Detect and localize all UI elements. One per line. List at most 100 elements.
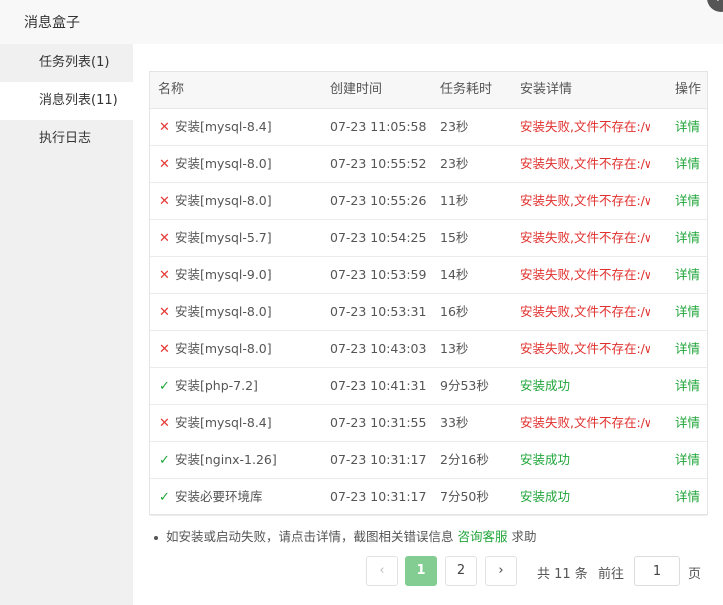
table-row: ✓ 安装[php-7.2] 07-23 10:41:31 9分53秒 安装成功 详情 [150,368,707,405]
created-time: 07-23 10:41:31 [330,378,427,393]
task-duration: 23秒 [440,156,469,171]
message-box-dialog: 消息盒子 ✕ 任务列表(1) 消息列表(11) 执行日志 名称 创建时间 任务耗… [0,0,723,605]
task-name-cell: ✕ 安装[mysql-8.0] [159,294,327,331]
sidebar-item-label: 消息列表(11) [39,93,118,108]
detail-link[interactable]: 详情 [675,294,705,330]
page-button-2[interactable]: 2 [445,556,477,586]
created-time: 07-23 10:54:25 [330,230,427,245]
sidebar-item-task-list[interactable]: 任务列表(1) [0,44,133,82]
task-name-cell: ✕ 安装[mysql-8.4] [159,109,327,146]
task-name-cell: ✓ 安装[php-7.2] [159,368,327,405]
task-name: 安装[php-7.2] [175,378,258,393]
created-time: 07-23 10:31:17 [330,489,427,504]
detail-link[interactable]: 详情 [675,220,705,256]
detail-link[interactable]: 详情 [675,442,705,478]
task-duration: 9分53秒 [440,378,489,393]
fail-icon: ✕ [159,416,170,431]
task-name: 安装[mysql-8.0] [175,341,272,356]
task-name-cell: ✕ 安装[mysql-8.0] [159,331,327,368]
fail-icon: ✕ [159,231,170,246]
task-duration: 16秒 [440,304,469,319]
created-time: 07-23 10:55:26 [330,193,427,208]
sidebar-item-label: 执行日志 [39,131,92,146]
created-time: 07-23 10:53:59 [330,267,427,282]
install-detail: 安装成功 [520,452,571,467]
goto-label: 前往 [598,567,625,582]
column-header-created: 创建时间 [330,82,383,97]
detail-link[interactable]: 详情 [675,183,705,219]
task-duration: 33秒 [440,415,469,430]
table-row: ✕ 安装[mysql-5.7] 07-23 10:54:25 15秒 安装失败,文件不存… [150,220,707,257]
created-time: 07-23 10:43:03 [330,341,427,356]
install-detail: 安装失败,文件不存在:/ww [520,304,650,319]
task-name: 安装[mysql-8.0] [175,193,272,208]
install-detail: 安装失败,文件不存在:/ww [520,341,650,356]
task-duration: 11秒 [440,193,469,208]
fail-icon: ✕ [159,157,170,172]
task-duration: 15秒 [440,230,469,245]
task-name-cell: ✕ 安装[mysql-5.7] [159,220,327,257]
task-name: 安装必要环境库 [175,489,263,504]
task-duration: 2分16秒 [440,452,489,467]
install-detail: 安装失败,文件不存在:/ww [520,230,650,245]
task-name: 安装[mysql-8.4] [175,415,272,430]
detail-link[interactable]: 详情 [675,331,705,367]
task-duration: 13秒 [440,341,469,356]
created-time: 07-23 10:55:52 [330,156,427,171]
install-detail: 安装失败,文件不存在:/ww [520,267,650,282]
message-table: 名称 创建时间 任务耗时 安装详情 操作 ✕ 安装[mysql-8.4] 07-23… [149,71,708,516]
success-icon: ✓ [159,453,170,468]
task-name: 安装[mysql-9.0] [175,267,272,282]
install-detail: 安装失败,文件不存在:/ww [520,119,650,134]
sidebar-item-message-list[interactable]: 消息列表(11) [0,82,133,120]
detail-link[interactable]: 详情 [675,368,705,404]
task-name: 安装[mysql-8.0] [175,304,272,319]
fail-icon: ✕ [159,120,170,135]
install-detail: 安装成功 [520,378,571,393]
install-detail: 安装失败,文件不存在:/ww [520,156,650,171]
table-row: ✕ 安装[mysql-8.0] 07-23 10:53:31 16秒 安装失败,文件不存… [150,294,707,331]
detail-link[interactable]: 详情 [675,479,705,515]
task-duration: 14秒 [440,267,469,282]
page-button-1[interactable]: 1 [405,556,437,586]
task-duration: 7分50秒 [440,489,489,504]
table-header: 名称 创建时间 任务耗时 安装详情 操作 [150,72,707,109]
task-name-cell: ✕ 安装[mysql-9.0] [159,257,327,294]
task-name: 安装[mysql-8.4] [175,119,272,134]
tip-text: 如安装或启动失败，请点击详情，截图相关错误信息 [166,529,454,544]
goto-page-input[interactable] [634,556,680,586]
detail-link[interactable]: 详情 [675,405,705,441]
task-name: 安装[nginx-1.26] [175,452,277,467]
fail-icon: ✕ [159,194,170,209]
prev-page-button[interactable]: ‹ [366,556,398,586]
page-suffix: 页 [688,567,702,582]
table-row: ✕ 安装[mysql-8.4] 07-23 10:31:55 33秒 安装失败,文件不存… [150,405,707,442]
table-row: ✕ 安装[mysql-8.4] 07-23 11:05:58 23秒 安装失败,文件不存… [150,109,707,146]
task-name: 安装[mysql-8.0] [175,156,272,171]
contact-support-link[interactable]: 咨询客服 [458,529,508,544]
sidebar-item-label: 任务列表(1) [39,55,110,70]
table-row: ✕ 安装[mysql-8.0] 07-23 10:43:03 13秒 安装失败,文件不存… [150,331,707,368]
next-page-button[interactable]: › [485,556,517,586]
bullet-icon [154,535,158,540]
task-name-cell: ✓ 安装必要环境库 [159,479,327,516]
help-tip: 如安装或启动失败，请点击详情，截图相关错误信息 咨询客服 求助 [154,526,537,545]
fail-icon: ✕ [159,342,170,357]
table-row: ✕ 安装[mysql-9.0] 07-23 10:53:59 14秒 安装失败,文件不存… [150,257,707,294]
install-detail: 安装成功 [520,489,571,504]
success-icon: ✓ [159,490,170,505]
detail-link[interactable]: 详情 [675,146,705,182]
sidebar-item-execution-log[interactable]: 执行日志 [0,120,133,158]
task-name: 安装[mysql-5.7] [175,230,272,245]
sidebar: 任务列表(1) 消息列表(11) 执行日志 [0,44,133,605]
created-time: 07-23 10:31:55 [330,415,427,430]
table-row: ✕ 安装[mysql-8.0] 07-23 10:55:52 23秒 安装失败,文件不存… [150,146,707,183]
detail-link[interactable]: 详情 [675,109,705,145]
detail-link[interactable]: 详情 [675,257,705,293]
created-time: 07-23 10:31:17 [330,452,427,467]
total-count: 共 11 条 [537,567,588,582]
table-row: ✓ 安装必要环境库 07-23 10:31:17 7分50秒 安装成功 详情 [150,479,707,516]
task-name-cell: ✓ 安装[nginx-1.26] [159,442,327,479]
task-name-cell: ✕ 安装[mysql-8.0] [159,146,327,183]
created-time: 07-23 11:05:58 [330,119,427,134]
